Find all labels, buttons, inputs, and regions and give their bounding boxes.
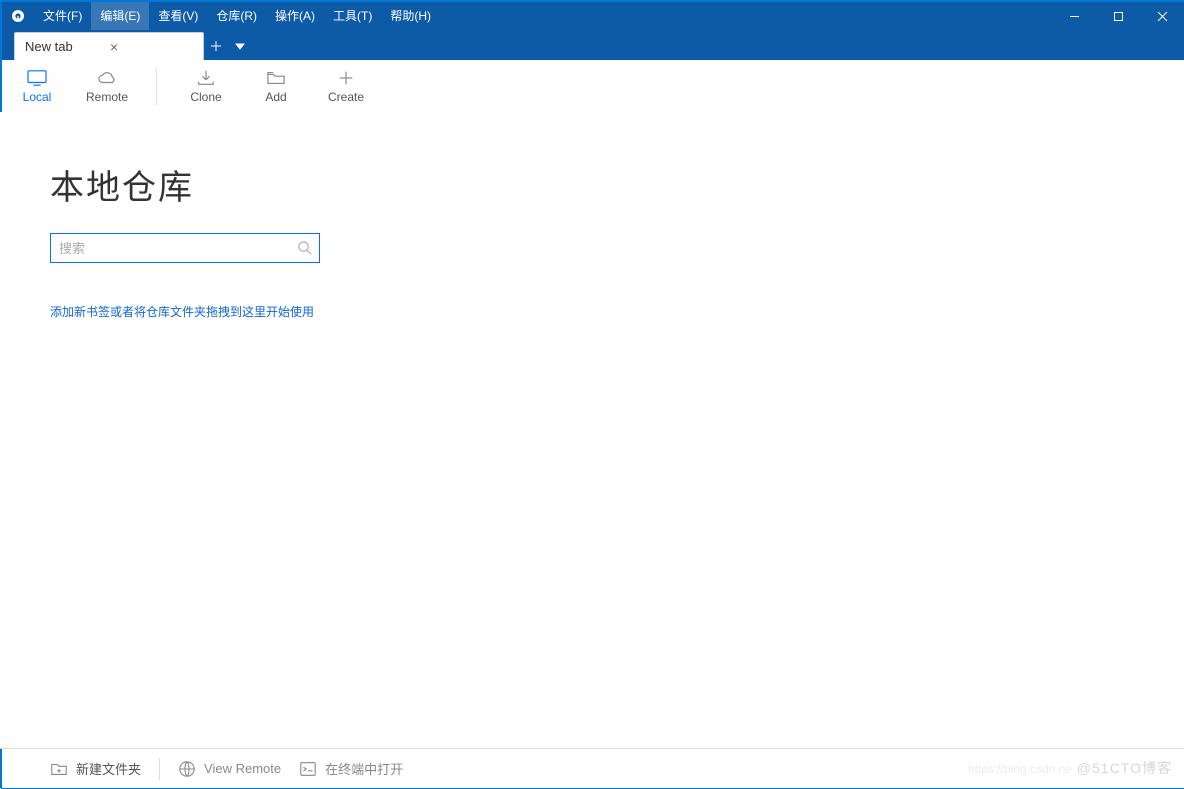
search-input[interactable] bbox=[50, 233, 320, 263]
toolbar: Local Remote Clone Add Create bbox=[2, 60, 1184, 114]
empty-state-hint[interactable]: 添加新书签或者将仓库文件夹拖拽到这里开始使用 bbox=[50, 303, 1134, 320]
tab-close-icon[interactable]: × bbox=[106, 40, 195, 54]
window-controls bbox=[1052, 2, 1184, 30]
sb-new-folder-label: 新建文件夹 bbox=[76, 759, 141, 778]
tab-bar: New tab × bbox=[2, 30, 1184, 60]
action-clone[interactable]: Clone bbox=[171, 60, 241, 113]
close-button[interactable] bbox=[1140, 2, 1184, 30]
terminal-icon bbox=[299, 760, 317, 778]
maximize-button[interactable] bbox=[1096, 2, 1140, 30]
monitor-icon bbox=[26, 69, 48, 87]
menu-edit[interactable]: 编辑(E) bbox=[91, 2, 149, 30]
action-add-label: Add bbox=[265, 90, 286, 104]
search-icon bbox=[297, 240, 312, 258]
sb-view-remote-label: View Remote bbox=[204, 761, 281, 776]
tab-new[interactable]: New tab × bbox=[14, 32, 204, 60]
minimize-button[interactable] bbox=[1052, 2, 1096, 30]
tab-title: New tab bbox=[25, 39, 106, 54]
download-icon bbox=[195, 69, 217, 87]
toolbar-separator bbox=[156, 68, 157, 105]
menu-view[interactable]: 查看(V) bbox=[149, 2, 207, 30]
menu-bar: 文件(F) 编辑(E) 查看(V) 仓库(R) 操作(A) 工具(T) 帮助(H… bbox=[34, 2, 440, 30]
nav-local[interactable]: Local bbox=[2, 60, 72, 113]
sb-new-folder[interactable]: 新建文件夹 bbox=[50, 759, 141, 778]
new-tab-button[interactable] bbox=[204, 32, 228, 60]
watermark-faint: https://blog.csdn.ne bbox=[968, 762, 1072, 776]
tab-dropdown-button[interactable] bbox=[228, 32, 252, 60]
action-create[interactable]: Create bbox=[311, 60, 381, 113]
app-logo bbox=[2, 2, 34, 30]
action-create-label: Create bbox=[328, 90, 364, 104]
watermark: @51CTO博客 bbox=[1077, 758, 1172, 778]
cloud-icon bbox=[96, 69, 118, 87]
menu-tools[interactable]: 工具(T) bbox=[324, 2, 381, 30]
title-bar: 文件(F) 编辑(E) 查看(V) 仓库(R) 操作(A) 工具(T) 帮助(H… bbox=[2, 2, 1184, 30]
main-content: 本地仓库 添加新书签或者将仓库文件夹拖拽到这里开始使用 bbox=[0, 112, 1184, 748]
plus-icon bbox=[335, 69, 357, 87]
sb-open-terminal-label: 在终端中打开 bbox=[325, 759, 403, 778]
nav-local-label: Local bbox=[23, 90, 52, 104]
sb-view-remote[interactable]: View Remote bbox=[178, 760, 281, 778]
menu-action[interactable]: 操作(A) bbox=[266, 2, 324, 30]
sb-open-terminal[interactable]: 在终端中打开 bbox=[299, 759, 403, 778]
search-wrap bbox=[50, 233, 320, 263]
nav-remote-label: Remote bbox=[86, 90, 128, 104]
folder-open-icon bbox=[265, 69, 287, 87]
menu-file[interactable]: 文件(F) bbox=[34, 2, 91, 30]
sb-separator bbox=[159, 758, 160, 780]
menu-repo[interactable]: 仓库(R) bbox=[207, 2, 266, 30]
action-add[interactable]: Add bbox=[241, 60, 311, 113]
nav-remote[interactable]: Remote bbox=[72, 60, 142, 113]
folder-plus-icon bbox=[50, 760, 68, 778]
menu-help[interactable]: 帮助(H) bbox=[381, 2, 440, 30]
page-title: 本地仓库 bbox=[50, 160, 1134, 209]
globe-icon bbox=[178, 760, 196, 778]
action-clone-label: Clone bbox=[190, 90, 221, 104]
